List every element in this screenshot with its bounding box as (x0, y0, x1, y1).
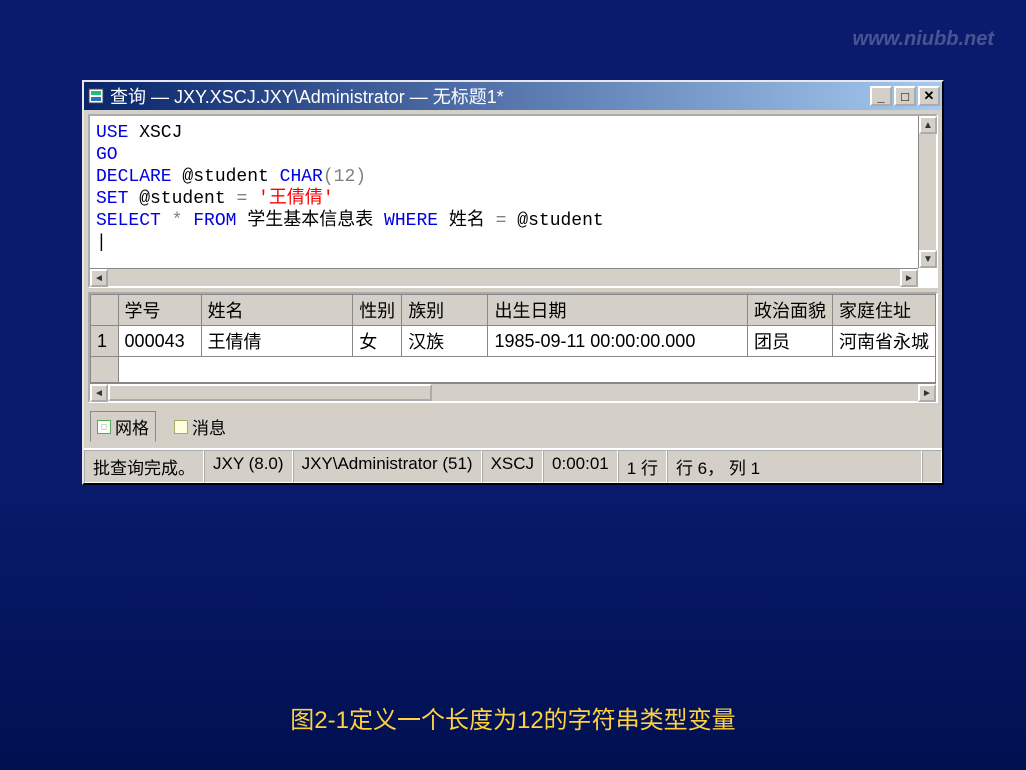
status-cursor: 行 6， 列 1 (667, 450, 922, 483)
table-header-row: 学号 姓名 性别 族别 出生日期 政治面貌 家庭住址 (91, 295, 936, 326)
status-server: JXY (8.0) (204, 450, 293, 483)
col-zz[interactable]: 政治面貌 (747, 295, 832, 326)
message-icon (174, 420, 188, 434)
status-db: XSCJ (482, 450, 543, 483)
sql-star: * (161, 211, 193, 231)
status-bar: 批查询完成。 JXY (8.0) JXY\Administrator (51) … (84, 448, 942, 483)
result-grid[interactable]: 学号 姓名 性别 族别 出生日期 政治面貌 家庭住址 1 000043 王倩倩 … (90, 294, 936, 383)
result-grid-frame: 学号 姓名 性别 族别 出生日期 政治面貌 家庭住址 1 000043 王倩倩 … (88, 292, 938, 403)
tab-grid[interactable]: 网格 (90, 411, 156, 442)
cell-jt: 河南省永城 (832, 326, 935, 357)
cell-xh: 000043 (118, 326, 201, 357)
result-tabs: 网格 消息 (84, 407, 942, 448)
app-icon (88, 88, 104, 104)
col-zb[interactable]: 族别 (402, 295, 488, 326)
col-xm[interactable]: 姓名 (201, 295, 353, 326)
sql-eq: = (236, 189, 247, 209)
close-button[interactable]: ✕ (918, 86, 940, 106)
kw-set: SET (96, 189, 128, 209)
sql-var2: @student (506, 211, 603, 231)
sql-string: '王倩倩' (247, 189, 333, 209)
cell-xm: 王倩倩 (201, 326, 353, 357)
titlebar[interactable]: 查询 — JXY.XSCJ.JXY\Administrator — 无标题1* … (84, 82, 942, 110)
col-jt[interactable]: 家庭住址 (832, 295, 935, 326)
table-row-empty (91, 357, 936, 383)
sql-paren: (12) (323, 167, 366, 187)
col-rq[interactable]: 出生日期 (488, 295, 747, 326)
cell-rownum: 1 (91, 326, 119, 357)
sql-editor[interactable]: USE XSCJ GO DECLARE @student CHAR(12) SE… (90, 116, 936, 286)
grid-scrollbar-h[interactable]: ◄ ► (90, 383, 936, 401)
tab-messages-label: 消息 (192, 414, 226, 439)
figure-caption: 图2-1定义一个长度为12的字符串类型变量 (0, 700, 1026, 735)
kw-char: CHAR (280, 167, 323, 187)
cell-zb: 汉族 (402, 326, 488, 357)
scroll-track[interactable] (108, 384, 918, 401)
grid-icon (97, 420, 111, 434)
resize-grip[interactable] (922, 450, 942, 483)
sql-var1: @student (172, 167, 280, 187)
status-complete: 批查询完成。 (84, 450, 204, 483)
watermark: www.niubb.net (853, 28, 994, 51)
cell-xb: 女 (353, 326, 402, 357)
sql-eq2: = (496, 211, 507, 231)
query-window: 查询 — JXY.XSCJ.JXY\Administrator — 无标题1* … (82, 80, 944, 485)
status-time: 0:00:01 (543, 450, 618, 483)
sql-table: 学生基本信息表 (236, 211, 384, 231)
scroll-down-icon[interactable]: ▼ (919, 250, 937, 268)
minimize-button[interactable]: _ (870, 86, 892, 106)
kw-where: WHERE (384, 211, 438, 231)
status-user: JXY\Administrator (51) (293, 450, 482, 483)
col-xb[interactable]: 性别 (353, 295, 402, 326)
kw-go: GO (96, 145, 118, 165)
tab-messages[interactable]: 消息 (168, 412, 232, 441)
sql-db: XSCJ (128, 123, 182, 143)
sql-assign: @student (128, 189, 236, 209)
editor-scrollbar-h[interactable]: ◄ ► (90, 268, 918, 286)
scroll-right-icon[interactable]: ► (918, 384, 936, 402)
col-xh[interactable]: 学号 (118, 295, 201, 326)
tab-grid-label: 网格 (115, 414, 149, 439)
cell-zz: 团员 (747, 326, 832, 357)
table-row[interactable]: 1 000043 王倩倩 女 汉族 1985-09-11 00:00:00.00… (91, 326, 936, 357)
kw-declare: DECLARE (96, 167, 172, 187)
col-rownum[interactable] (91, 295, 119, 326)
sql-editor-frame: USE XSCJ GO DECLARE @student CHAR(12) SE… (88, 114, 938, 288)
maximize-button[interactable]: □ (894, 86, 916, 106)
editor-scrollbar-v[interactable]: ▲ ▼ (918, 116, 936, 268)
kw-use: USE (96, 123, 128, 143)
window-title: 查询 — JXY.XSCJ.JXY\Administrator — 无标题1* (110, 83, 870, 109)
scroll-left-icon[interactable]: ◄ (90, 269, 108, 287)
scroll-right-icon[interactable]: ► (900, 269, 918, 287)
sql-col: 姓名 (438, 211, 496, 231)
kw-select: SELECT (96, 211, 161, 231)
kw-from: FROM (193, 211, 236, 231)
scroll-left-icon[interactable]: ◄ (90, 384, 108, 402)
scroll-thumb[interactable] (108, 384, 432, 401)
status-rows: 1 行 (618, 450, 667, 483)
cell-rq: 1985-09-11 00:00:00.000 (488, 326, 747, 357)
scroll-up-icon[interactable]: ▲ (919, 116, 937, 134)
